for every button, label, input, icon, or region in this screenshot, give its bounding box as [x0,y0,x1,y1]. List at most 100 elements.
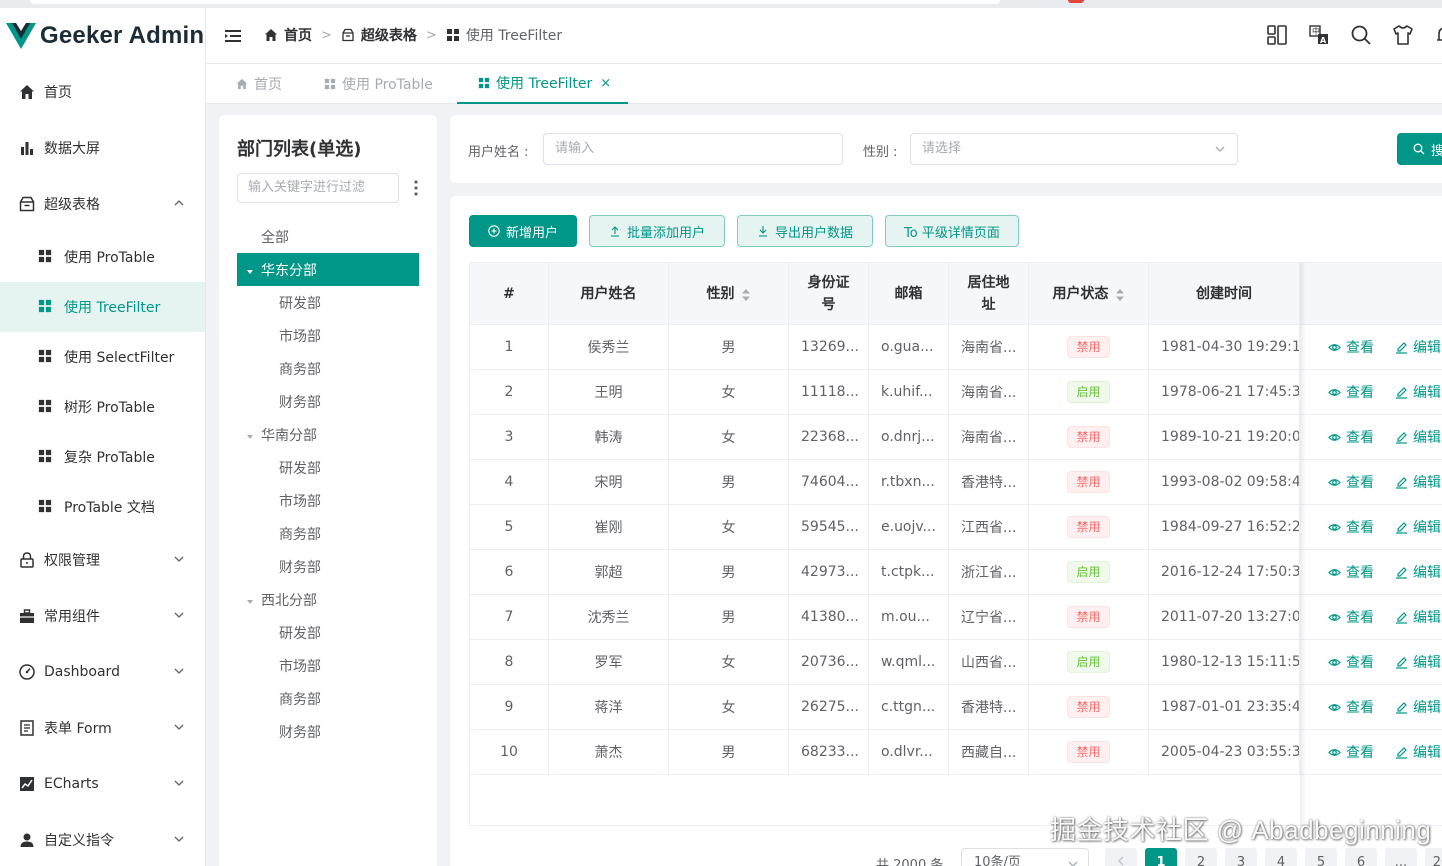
tree-node[interactable]: 西北分部 [237,583,419,616]
page-button[interactable]: 4 [1265,848,1297,866]
column-header-label: 居住地址 [967,275,1010,313]
bell-icon[interactable] [1434,24,1442,46]
page-button[interactable]: 6 [1345,848,1377,866]
caret-down-icon[interactable] [245,595,255,605]
cell-idcard: 20736... [789,640,869,684]
layout-icon[interactable] [1266,24,1288,46]
page-button[interactable]: 20 [1425,848,1442,866]
edit-button[interactable]: 编辑 [1395,415,1441,459]
sidebar-item-8[interactable]: 自定义指令 [0,812,205,866]
tab-close-icon[interactable]: × [600,76,611,91]
sidebar-subitem-2[interactable]: 使用 SelectFilter [0,332,205,382]
sidebar-subitem-1[interactable]: 使用 TreeFilter [0,282,205,332]
tree-node[interactable]: 财务部 [237,385,419,418]
tree-node[interactable]: 商务部 [237,682,419,715]
batch-add-button[interactable]: 批量添加用户 [589,215,725,247]
tree-filter-input[interactable]: 输入关键字进行过滤 [237,173,399,203]
sidebar-subitem-0[interactable]: 使用 ProTable [0,232,205,282]
tree-node[interactable]: 财务部 [237,715,419,748]
sidebar-subitem-4[interactable]: 复杂 ProTable [0,432,205,482]
theme-shirt-icon[interactable] [1392,24,1414,46]
tree-node[interactable]: 华东分部 [237,253,419,286]
view-button[interactable]: 查看 [1328,685,1374,729]
sort-icon[interactable] [741,287,751,301]
page-button[interactable]: 3 [1225,848,1257,866]
tab-treefilter[interactable]: 使用 TreeFilter × [457,64,628,104]
sidebar-item-form[interactable]: 表单 Form [0,700,205,756]
tree-node-label: 研发部 [279,460,321,477]
sidebar-item-3[interactable]: 权限管理 [0,532,205,588]
view-button[interactable]: 查看 [1328,730,1374,774]
table-row: 6 郭超男 42973... t.ctpk... 浙江省... 启用 2016-12-24 … [470,550,1442,595]
view-button[interactable]: 查看 [1328,415,1374,459]
tab-protable[interactable]: 使用 ProTable [324,64,433,104]
sidebar-item-2[interactable]: 超级表格 [0,176,205,232]
view-button[interactable]: 查看 [1328,370,1374,414]
page-size-select[interactable]: 10条/页 [961,848,1089,866]
edit-button[interactable]: 编辑 [1395,325,1441,369]
caret-down-icon[interactable] [245,430,255,440]
column-header[interactable]: 用户状态 [1029,263,1149,325]
tree-node[interactable]: 商务部 [237,352,419,385]
tab-home[interactable]: 首页 [236,64,282,104]
search-icon[interactable] [1350,24,1372,46]
add-user-button[interactable]: 新增用户 [469,215,577,247]
breadcrumb-home[interactable]: 首页 [264,25,312,45]
page-button[interactable]: 2 [1185,848,1217,866]
tree-node[interactable]: 市场部 [237,319,419,352]
sidebar-item-dashboard[interactable]: Dashboard [0,644,205,700]
search-button[interactable]: 搜 [1397,133,1442,165]
cell-idcard: 41380... [789,595,869,639]
edit-button[interactable]: 编辑 [1395,460,1441,504]
tree-node[interactable]: 研发部 [237,286,419,319]
sidebar-item-4[interactable]: 常用组件 [0,588,205,644]
tree-node[interactable]: 财务部 [237,550,419,583]
edit-button[interactable]: 编辑 [1395,550,1441,594]
edit-button[interactable]: 编辑 [1395,685,1441,729]
sidebar-item-echarts[interactable]: ECharts [0,756,205,812]
tree-node[interactable]: 研发部 [237,451,419,484]
breadcrumb-protable[interactable]: 超级表格 [341,25,417,45]
view-button[interactable]: 查看 [1328,595,1374,639]
breadcrumb-separator: > [321,27,332,43]
sort-icon[interactable] [1115,287,1125,301]
view-button[interactable]: 查看 [1328,325,1374,369]
odometer-icon [18,663,36,681]
gender-select[interactable]: 请选择 [910,133,1238,165]
edit-button[interactable]: 编辑 [1395,370,1441,414]
tree-node[interactable]: 市场部 [237,649,419,682]
export-button[interactable]: 导出用户数据 [737,215,873,247]
sidebar-item-1[interactable]: 数据大屏 [0,120,205,176]
view-button[interactable]: 查看 [1328,460,1374,504]
page-button[interactable]: 5 [1305,848,1337,866]
edit-button[interactable]: 编辑 [1395,595,1441,639]
more-pages-button[interactable]: ... [1385,848,1417,866]
prev-page-button[interactable] [1105,848,1137,866]
edit-button[interactable]: 编辑 [1395,505,1441,549]
edit-icon [1396,566,1407,579]
tree-node[interactable]: 全部 [237,220,419,253]
edit-button[interactable]: 编辑 [1395,730,1441,774]
tree-node[interactable]: 研发部 [237,616,419,649]
caret-down-icon[interactable] [245,265,255,275]
view-button[interactable]: 查看 [1328,550,1374,594]
tree-node[interactable]: 华南分部 [237,418,419,451]
sidebar-subitem-3[interactable]: 树形 ProTable [0,382,205,432]
more-vertical-icon[interactable] [413,179,419,197]
tree-node[interactable]: 市场部 [237,484,419,517]
view-button[interactable]: 查看 [1328,640,1374,684]
view-button[interactable]: 查看 [1328,505,1374,549]
username-input[interactable]: 请输入 [543,133,843,165]
edit-button[interactable]: 编辑 [1395,640,1441,684]
cell-name: 罗军 [549,640,669,684]
logo[interactable]: Geeker Admin [0,8,205,64]
box-icon [342,28,354,42]
sidebar-subitem-5[interactable]: ProTable 文档 [0,482,205,532]
sidebar-item-0[interactable]: 首页 [0,64,205,120]
column-header[interactable]: 性别 [669,263,789,325]
page-button[interactable]: 1 [1145,848,1177,866]
menu-fold-icon[interactable] [224,27,242,45]
tree-node[interactable]: 商务部 [237,517,419,550]
detail-page-button[interactable]: To 平级详情页面 [885,215,1019,247]
translate-icon[interactable]: 中A [1308,24,1330,46]
